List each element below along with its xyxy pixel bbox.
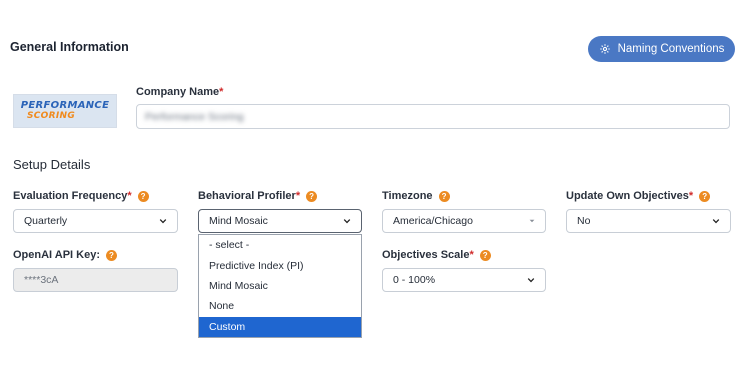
objectives-scale-select[interactable]: 0 - 100% (382, 268, 546, 292)
company-name-input[interactable]: Performance Scoring (136, 104, 730, 129)
company-logo: PERFORMANCE SCORING (13, 94, 117, 128)
chevron-down-icon (712, 219, 720, 224)
help-icon[interactable]: ? (106, 249, 117, 261)
page-title: General Information (10, 40, 129, 54)
chevron-down-icon (343, 219, 351, 224)
logo-text-performance: PERFORMANCE (20, 100, 110, 111)
openai-api-key-value: ****3cA (24, 274, 59, 286)
setup-details-heading: Setup Details (13, 157, 91, 172)
dropdown-option-select[interactable]: - select - (199, 235, 361, 255)
logo-text-scoring: SCORING (26, 111, 76, 121)
dropdown-option-none[interactable]: None (199, 296, 361, 316)
dropdown-option-custom[interactable]: Custom (199, 316, 361, 337)
dropdown-option-mind-mosaic[interactable]: Mind Mosaic (199, 276, 361, 296)
update-own-objectives-value: No (577, 215, 591, 227)
behavioral-profiler-dropdown: - select - Predictive Index (PI) Mind Mo… (198, 234, 362, 338)
naming-conventions-button[interactable]: Naming Conventions (588, 36, 735, 62)
evaluation-frequency-value: Quarterly (24, 215, 68, 227)
naming-conventions-label: Naming Conventions (617, 43, 725, 55)
update-own-objectives-select[interactable]: No (566, 209, 731, 233)
help-icon[interactable]: ? (306, 190, 318, 202)
company-name-label: Company Name* (136, 86, 224, 98)
chevron-down-icon (527, 278, 535, 283)
evaluation-frequency-select[interactable]: Quarterly (13, 209, 178, 233)
help-icon[interactable]: ? (438, 190, 450, 202)
objectives-scale-label: Objectives Scale* ? (382, 249, 491, 261)
gear-icon (599, 44, 610, 54)
timezone-select[interactable]: America/Chicago (382, 209, 546, 233)
evaluation-frequency-label: Evaluation Frequency* ? (13, 190, 149, 202)
behavioral-profiler-label: Behavioral Profiler* ? (198, 190, 318, 202)
caret-down-icon (529, 219, 535, 223)
update-own-objectives-label: Update Own Objectives* ? (566, 190, 711, 202)
timezone-value: America/Chicago (393, 215, 473, 227)
dropdown-option-predictive-index[interactable]: Predictive Index (PI) (199, 255, 361, 275)
openai-api-key-label: OpenAI API Key: ? (13, 249, 117, 261)
chevron-down-icon (159, 219, 167, 224)
objectives-scale-value: 0 - 100% (393, 274, 436, 286)
company-name-value: Performance Scoring (145, 110, 244, 123)
help-icon[interactable]: ? (479, 249, 491, 261)
help-icon[interactable]: ? (699, 190, 711, 202)
behavioral-profiler-select[interactable]: Mind Mosaic (198, 209, 362, 233)
help-icon[interactable]: ? (137, 190, 149, 202)
openai-api-key-input[interactable]: ****3cA (13, 268, 178, 292)
behavioral-profiler-value: Mind Mosaic (209, 215, 268, 227)
timezone-label: Timezone ? (382, 190, 450, 202)
